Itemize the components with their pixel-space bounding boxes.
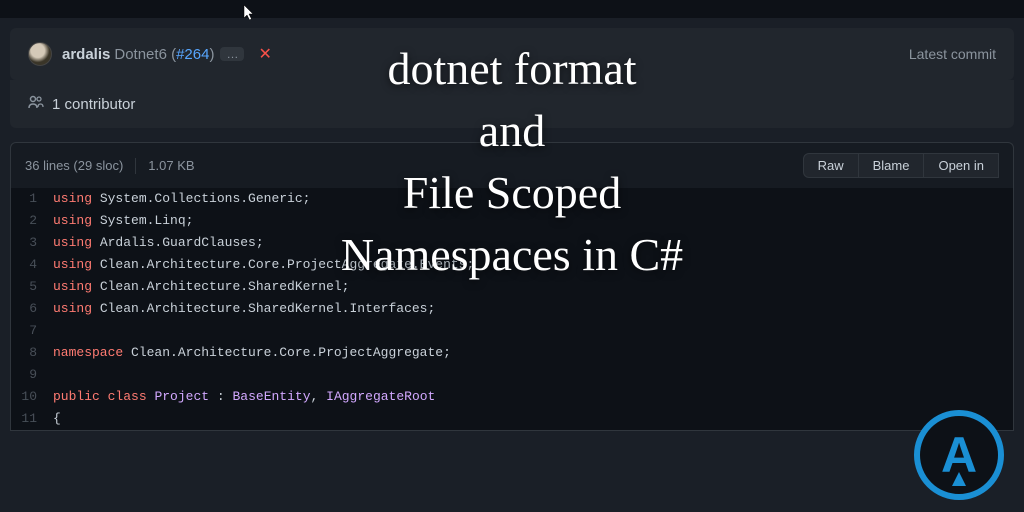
file-size: 1.07 KB bbox=[148, 158, 194, 173]
code-line: 9 bbox=[11, 364, 1013, 386]
code-line: 11{ bbox=[11, 408, 1013, 430]
avatar[interactable] bbox=[28, 42, 52, 66]
code-line: 7 bbox=[11, 320, 1013, 342]
code-line: 3using Ardalis.GuardClauses; bbox=[11, 232, 1013, 254]
code-line: 5using Clean.Architecture.SharedKernel; bbox=[11, 276, 1013, 298]
code-line: 10public class Project : BaseEntity, IAg… bbox=[11, 386, 1013, 408]
code-block: 1using System.Collections.Generic;2using… bbox=[10, 188, 1014, 431]
mouse-cursor bbox=[243, 4, 257, 25]
code-line: 4using Clean.Architecture.Core.ProjectAg… bbox=[11, 254, 1013, 276]
code-line: 8namespace Clean.Architecture.Core.Proje… bbox=[11, 342, 1013, 364]
file-actions: Raw Blame Open in bbox=[804, 153, 999, 178]
commit-message[interactable]: Dotnet6 (#264) bbox=[114, 46, 214, 63]
ardalis-logo: A bbox=[914, 410, 1004, 500]
code-line: 1using System.Collections.Generic; bbox=[11, 188, 1013, 210]
latest-commit-label: Latest commit bbox=[909, 46, 996, 62]
arrow-up-icon bbox=[952, 472, 966, 486]
open-in-button[interactable]: Open in bbox=[923, 153, 999, 178]
code-line: 6using Clean.Architecture.SharedKernel.I… bbox=[11, 298, 1013, 320]
blame-button[interactable]: Blame bbox=[858, 153, 925, 178]
pr-link[interactable]: #264 bbox=[176, 46, 209, 63]
contributors-icon bbox=[28, 94, 44, 114]
expand-message-button[interactable]: … bbox=[220, 47, 244, 61]
top-bar bbox=[0, 0, 1024, 18]
author-link[interactable]: ardalis bbox=[62, 46, 110, 63]
file-header: 36 lines (29 sloc) 1.07 KB Raw Blame Ope… bbox=[10, 142, 1014, 188]
commit-bar: ardalis Dotnet6 (#264) … ✕ Latest commit bbox=[10, 28, 1014, 80]
code-line: 2using System.Linq; bbox=[11, 210, 1013, 232]
line-count: 36 lines (29 sloc) bbox=[25, 158, 123, 173]
raw-button[interactable]: Raw bbox=[803, 153, 859, 178]
contributors-count[interactable]: 1 contributor bbox=[52, 96, 135, 113]
divider bbox=[135, 158, 136, 174]
contributors-bar: 1 contributor bbox=[10, 80, 1014, 128]
status-failed-icon[interactable]: ✕ bbox=[258, 44, 271, 64]
